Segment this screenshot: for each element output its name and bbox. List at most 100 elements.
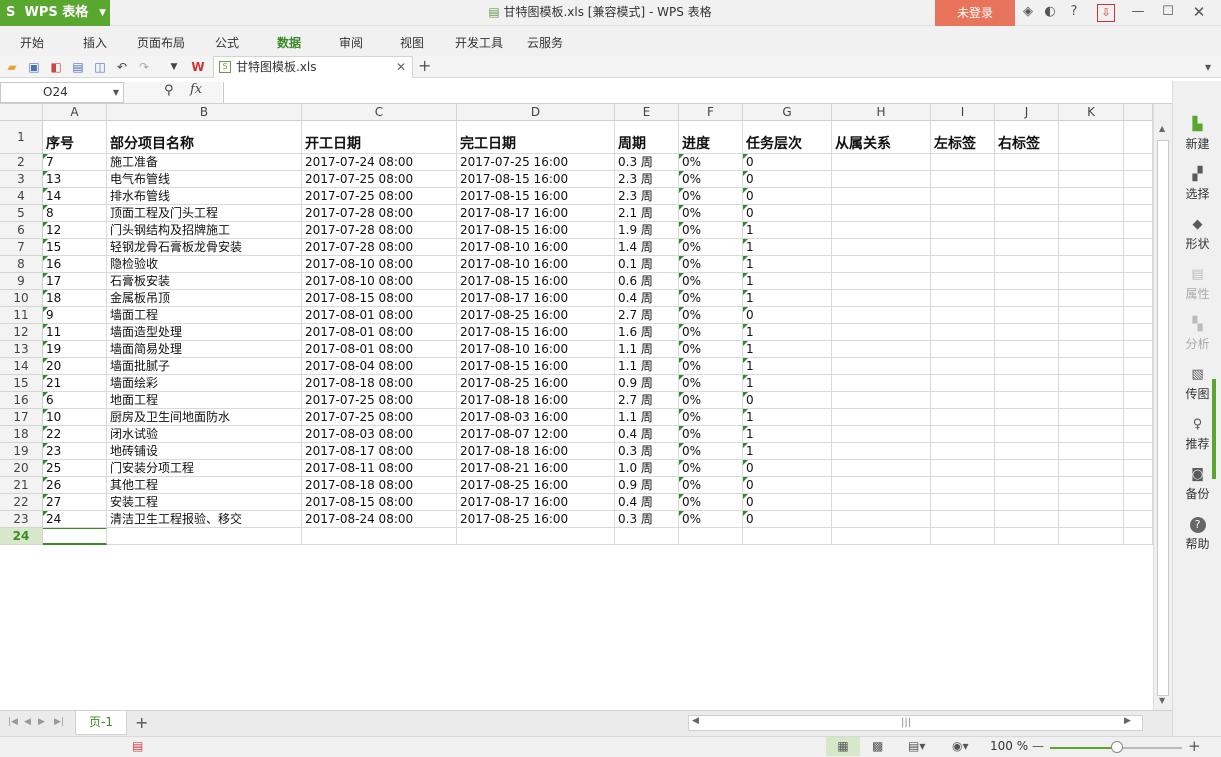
table-cell[interactable] (1124, 188, 1153, 205)
table-cell[interactable] (931, 256, 995, 273)
table-cell[interactable] (832, 222, 931, 239)
print-preview-icon[interactable]: ◫ (92, 59, 108, 75)
table-cell[interactable] (1059, 426, 1124, 443)
normal-view-icon[interactable]: ▦ (826, 737, 860, 756)
table-cell[interactable] (615, 528, 679, 545)
table-cell[interactable]: 2017-07-25 16:00 (457, 154, 615, 171)
table-cell[interactable] (995, 307, 1059, 324)
feedback-icon[interactable]: ◐ (1040, 2, 1060, 22)
panel-analysis[interactable]: ▚ 分析 (1173, 317, 1221, 352)
table-cell[interactable] (931, 273, 995, 290)
table-cell[interactable]: 1 (743, 256, 832, 273)
table-cell[interactable]: 其他工程 (107, 477, 302, 494)
row-header[interactable]: 15 (0, 375, 43, 392)
table-cell[interactable]: 0% (679, 443, 743, 460)
scroll-down-icon[interactable]: ▼ (1159, 696, 1165, 705)
table-cell[interactable]: 2017-07-25 08:00 (302, 392, 457, 409)
table-cell[interactable]: 6 (43, 392, 107, 409)
page-layout-view-icon[interactable]: ▤▾ (908, 739, 925, 753)
scroll-grip-icon[interactable]: ||| (901, 717, 911, 728)
vertical-scrollbar[interactable]: ▲ ▼ (1153, 104, 1172, 710)
table-cell[interactable] (832, 358, 931, 375)
row-header[interactable]: 16 (0, 392, 43, 409)
table-cell[interactable]: 2.3 周 (615, 171, 679, 188)
table-cell[interactable] (832, 188, 931, 205)
table-cell[interactable] (931, 409, 995, 426)
panel-help[interactable]: ? 帮助 (1173, 517, 1221, 552)
table-cell[interactable]: 顶面工程及门头工程 (107, 205, 302, 222)
table-cell[interactable]: 0% (679, 154, 743, 171)
table-cell[interactable] (995, 358, 1059, 375)
table-cell[interactable] (995, 494, 1059, 511)
table-cell[interactable]: 1 (743, 324, 832, 341)
table-cell[interactable] (931, 341, 995, 358)
horizontal-scrollbar[interactable]: ||| (688, 715, 1143, 731)
reading-mode-icon[interactable]: ◉▾ (952, 739, 969, 753)
table-cell[interactable]: 2017-07-28 08:00 (302, 222, 457, 239)
table-cell[interactable]: 1 (743, 409, 832, 426)
table-cell[interactable]: 2017-08-10 16:00 (457, 256, 615, 273)
table-cell[interactable]: 0% (679, 171, 743, 188)
table-cell[interactable] (1124, 171, 1153, 188)
spreadsheet-grid[interactable]: A B C D E F G H I J K 1 序号 部分项目名称 开工日期 完工日期 周期 进度 任务层次 从属关系… (0, 104, 1153, 710)
zoom-out-icon[interactable]: — (1032, 739, 1044, 753)
table-cell[interactable]: 1.0 周 (615, 460, 679, 477)
table-cell[interactable]: 厨房及卫生间地面防水 (107, 409, 302, 426)
table-cell[interactable]: 2017-08-18 08:00 (302, 375, 457, 392)
table-cell[interactable]: 门头钢结构及招牌施工 (107, 222, 302, 239)
minimize-icon[interactable]: — (1128, 2, 1148, 22)
table-cell[interactable]: 10 (43, 409, 107, 426)
row-header[interactable]: 17 (0, 409, 43, 426)
table-cell[interactable]: 0 (743, 171, 832, 188)
table-cell[interactable]: 0% (679, 426, 743, 443)
close-icon[interactable]: ✕ (1189, 2, 1209, 22)
table-cell[interactable] (1059, 222, 1124, 239)
menu-review[interactable]: 审阅 (339, 34, 363, 51)
login-button[interactable]: 未登录 (935, 0, 1015, 26)
table-cell[interactable]: 2.3 周 (615, 188, 679, 205)
table-cell[interactable] (995, 477, 1059, 494)
table-cell[interactable] (832, 341, 931, 358)
table-cell[interactable] (743, 528, 832, 545)
table-cell[interactable]: 2017-08-11 08:00 (302, 460, 457, 477)
next-sheet-icon[interactable]: ▶ (38, 717, 45, 727)
table-cell[interactable]: 16 (43, 256, 107, 273)
table-cell[interactable]: 排水布管线 (107, 188, 302, 205)
table-cell[interactable] (832, 477, 931, 494)
table-cell[interactable]: 0% (679, 239, 743, 256)
row-header[interactable]: 1 (0, 121, 43, 154)
table-cell[interactable] (43, 528, 107, 545)
add-sheet-icon[interactable]: + (135, 713, 148, 732)
table-cell[interactable]: 0.3 周 (615, 443, 679, 460)
chevron-down-icon[interactable]: ▼ (113, 83, 119, 102)
table-cell[interactable]: 0% (679, 392, 743, 409)
table-cell[interactable]: 0 (743, 205, 832, 222)
table-cell[interactable]: 0 (743, 511, 832, 528)
row-header[interactable]: 9 (0, 273, 43, 290)
table-cell[interactable] (1124, 273, 1153, 290)
table-cell[interactable]: 施工准备 (107, 154, 302, 171)
table-cell[interactable] (995, 239, 1059, 256)
table-cell[interactable]: 2017-08-15 16:00 (457, 222, 615, 239)
row-header[interactable]: 24 (0, 528, 43, 545)
table-cell[interactable]: 电气布管线 (107, 171, 302, 188)
table-cell[interactable]: 2017-08-04 08:00 (302, 358, 457, 375)
table-cell[interactable] (931, 307, 995, 324)
new-tab-icon[interactable]: + (418, 56, 431, 76)
table-cell[interactable] (931, 239, 995, 256)
panel-select[interactable]: ▞ 选择 (1173, 167, 1221, 202)
table-cell[interactable]: 0 (743, 494, 832, 511)
row-header[interactable]: 12 (0, 324, 43, 341)
table-cell[interactable]: 0.3 周 (615, 154, 679, 171)
table-cell[interactable]: 1 (743, 375, 832, 392)
table-cell[interactable]: 17 (43, 273, 107, 290)
scroll-up-icon[interactable]: ▲ (1159, 124, 1165, 133)
table-cell[interactable]: 0.4 周 (615, 494, 679, 511)
table-cell[interactable]: 24 (43, 511, 107, 528)
table-cell[interactable]: 23 (43, 443, 107, 460)
table-cell[interactable] (931, 358, 995, 375)
scroll-left-icon[interactable]: ◀ (692, 716, 699, 726)
table-cell[interactable]: 2017-08-15 16:00 (457, 171, 615, 188)
table-cell[interactable] (832, 511, 931, 528)
table-cell[interactable]: 0% (679, 307, 743, 324)
